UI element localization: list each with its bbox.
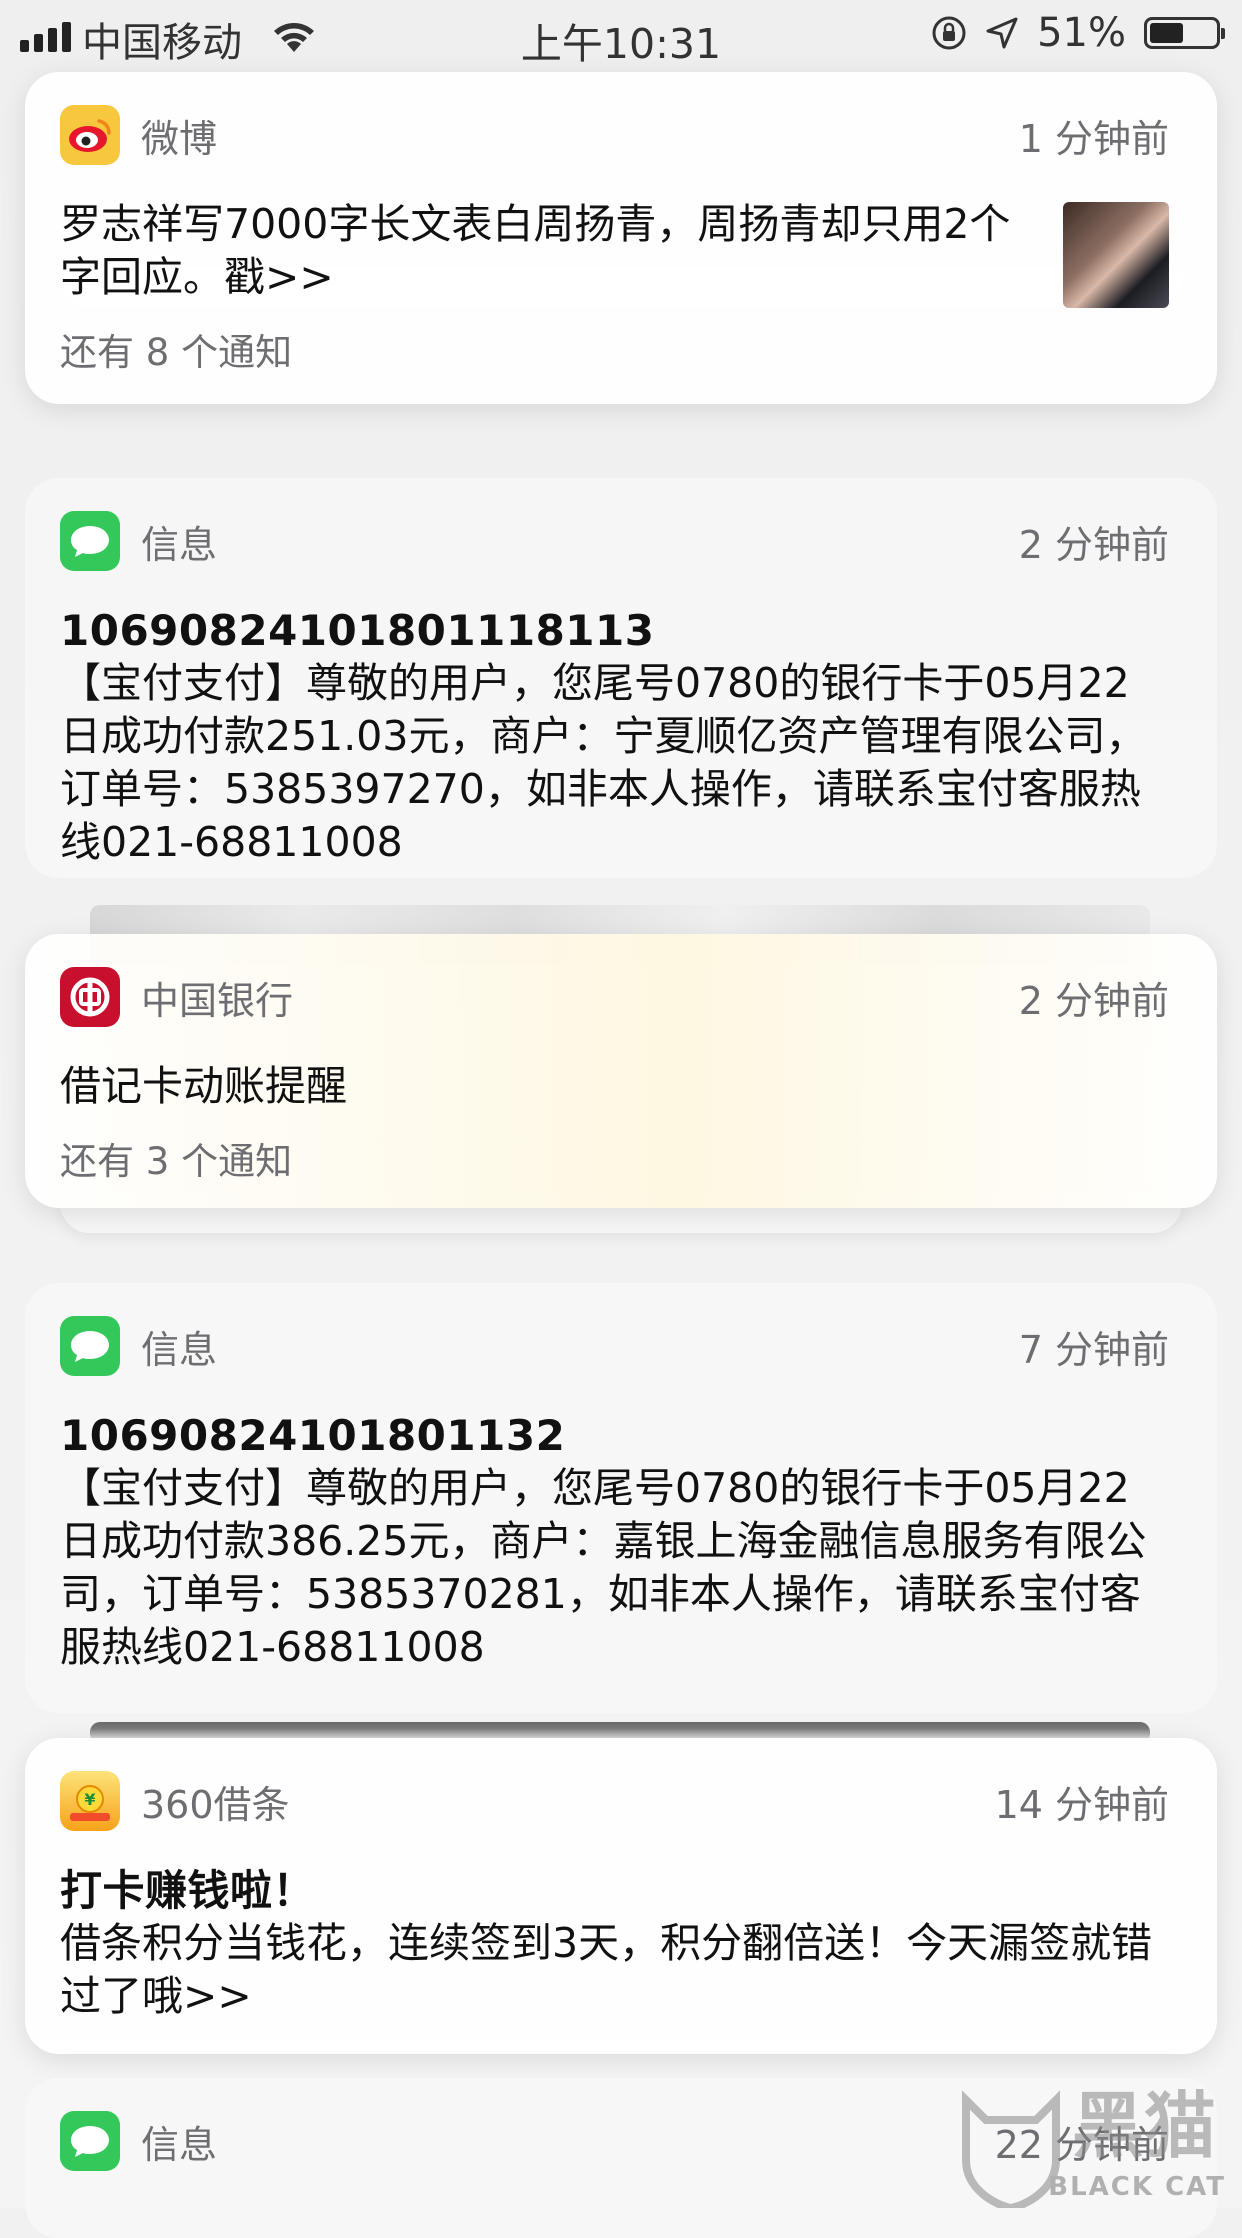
weibo-icon [60,105,120,165]
notification-messages[interactable]: 信息 2 分钟前 106908241018011181​13 【宝付支付】尊敬的… [25,478,1217,878]
messages-icon [60,2111,120,2171]
watermark: 黑猫 BLACK CAT [956,2084,1236,2208]
timestamp: 2 分钟前 [1018,978,1169,1023]
app-name: 信息 [141,1327,218,1372]
notification-weibo[interactable]: 微博 1 分钟前 罗志祥写7000字长文表白周扬青，周扬青却只用2个字回应。戳>… [25,72,1217,404]
orientation-lock-icon [932,16,966,50]
more-notifications-count: 还有 8 个通知 [60,331,293,374]
battery-icon [1144,17,1225,49]
app-name: 信息 [141,2122,218,2167]
location-arrow-icon [986,17,1018,49]
sender-number: 106908241018011181​13 [60,606,655,655]
status-bar: 中国移动 上午10:31 51% [0,0,1242,70]
bank-of-china-icon [60,967,120,1027]
timestamp: 14 分钟前 [994,1782,1169,1827]
more-notifications-count: 还有 3 个通知 [60,1140,293,1183]
notification-body: 借记卡动账提醒 [60,1062,347,1110]
notification-body: 借条积分当钱花，连续签到3天，积分翻倍送！今天漏签就错过了哦>> [60,1919,1153,2020]
app-name: 微博 [141,116,218,161]
sender-number: 10690824101801132 [60,1411,566,1460]
notification-bank-of-china[interactable]: 中国银行 2 分钟前 借记卡动账提醒 还有 3 个通知 [25,934,1217,1208]
timestamp: 1 分钟前 [1018,116,1169,161]
timestamp: 2 分钟前 [1018,522,1169,567]
timestamp: 7 分钟前 [1018,1327,1169,1372]
messages-icon [60,511,120,571]
battery-percentage: 51% [1037,10,1126,56]
app-name: 360借条 [141,1782,290,1827]
notification-body: 罗志祥写7000字长文表白周扬青，周扬青却只用2个字回应。戳>> [60,200,1011,301]
notification-360-jietiao[interactable]: ¥ 360借条 14 分钟前 打卡赚钱啦！ 借条积分当钱花，连续签到3天，积分翻… [25,1738,1217,2054]
watermark-text-cn: 黑猫 [1071,2084,1216,2168]
360-jietiao-icon: ¥ [60,1771,120,1831]
app-name: 中国银行 [141,978,294,1023]
messages-icon [60,1316,120,1376]
notification-messages[interactable]: 信息 7 分钟前 10690824101801132 【宝付支付】尊敬的用户，您… [25,1283,1217,1713]
app-name: 信息 [141,522,218,567]
watermark-text-en: BLACK CAT [1048,2172,1226,2202]
svg-text:¥: ¥ [84,1790,95,1809]
notification-thumbnail [1063,202,1169,308]
notification-title: 打卡赚钱啦！ [60,1866,316,1915]
notification-body: 【宝付支付】尊敬的用户，您尾号0780的银行卡于05月22日成功付款386.25… [60,1464,1147,1671]
notification-body: 【宝付支付】尊敬的用户，您尾号0780的银行卡于05月22日成功付款251.03… [60,659,1147,866]
